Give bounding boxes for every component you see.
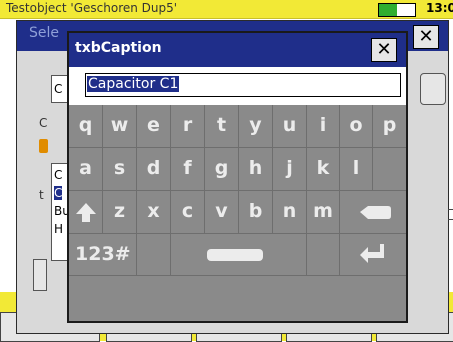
key-b[interactable]: b — [239, 191, 273, 234]
key-i[interactable]: i — [307, 105, 340, 148]
key-t[interactable]: t — [205, 105, 239, 148]
space-key[interactable] — [171, 234, 307, 276]
select-dialog-dropdown-button[interactable] — [420, 73, 446, 105]
keyboard-dialog: txbCaption ✕ Capacitor C1 q w e r t y u … — [67, 31, 408, 323]
mode-key[interactable]: 123# — [69, 234, 137, 276]
shift-icon — [76, 203, 96, 222]
enter-icon — [360, 244, 384, 263]
keyboard-row-4: 123# — [69, 234, 406, 276]
keyboard-row-1: q w e r t y u i o p — [69, 105, 406, 148]
key-v[interactable]: v — [205, 191, 239, 234]
key-u[interactable]: u — [273, 105, 307, 148]
key-k[interactable]: k — [307, 148, 340, 191]
app-titlebar: Testobject 'Geschoren Dup5' 13:07 — [0, 0, 453, 19]
warning-icon — [39, 139, 48, 153]
keyboard-dialog-title: txbCaption — [75, 40, 162, 56]
key-h[interactable]: h — [239, 148, 273, 191]
app-title: Testobject 'Geschoren Dup5' — [6, 1, 178, 15]
key-r[interactable]: r — [171, 105, 205, 148]
key-p[interactable]: p — [373, 105, 406, 148]
caption-input-value: Capacitor C1 — [87, 76, 180, 92]
select-dialog-close-button[interactable]: ✕ — [413, 25, 439, 49]
space-icon — [207, 249, 263, 261]
key-d[interactable]: d — [137, 148, 171, 191]
key-w[interactable]: w — [103, 105, 137, 148]
backspace-key[interactable] — [340, 191, 406, 234]
divider — [448, 219, 453, 220]
key-q[interactable]: q — [69, 105, 103, 148]
caption-input[interactable]: Capacitor C1 — [85, 73, 401, 97]
select-dialog-label: C — [39, 116, 48, 130]
key-x[interactable]: x — [137, 191, 171, 234]
key-f[interactable]: f — [171, 148, 205, 191]
key-m[interactable]: m — [307, 191, 340, 234]
key-blank[interactable] — [373, 148, 406, 191]
key-y[interactable]: y — [239, 105, 273, 148]
key-n[interactable]: n — [273, 191, 307, 234]
key-z[interactable]: z — [103, 191, 137, 234]
enter-key[interactable] — [340, 234, 406, 276]
select-dialog-left-button[interactable] — [33, 259, 47, 291]
keyboard-dialog-titlebar: txbCaption ✕ — [69, 33, 406, 67]
key-l[interactable]: l — [340, 148, 373, 191]
clock-time: 13:07 — [426, 1, 453, 15]
battery-icon — [378, 3, 416, 17]
select-dialog-label-t: t — [39, 188, 44, 202]
divider — [448, 209, 453, 210]
key-blank[interactable] — [137, 234, 171, 276]
key-s[interactable]: s — [103, 148, 137, 191]
key-blank[interactable] — [307, 234, 340, 276]
key-g[interactable]: g — [205, 148, 239, 191]
select-dialog-title: Sele — [29, 25, 60, 41]
list-item[interactable]: H — [54, 222, 63, 236]
keyboard-close-button[interactable]: ✕ — [371, 38, 397, 62]
key-j[interactable]: j — [273, 148, 307, 191]
keyboard-row-3: z x c v b n m — [69, 191, 406, 234]
backspace-icon — [360, 206, 391, 219]
shift-key[interactable] — [69, 191, 103, 234]
key-e[interactable]: e — [137, 105, 171, 148]
key-c[interactable]: c — [171, 191, 205, 234]
list-item[interactable]: C — [54, 168, 62, 182]
battery-level — [379, 4, 397, 16]
key-a[interactable]: a — [69, 148, 103, 191]
list-item-selected[interactable]: C — [54, 186, 63, 200]
keyboard-row-2: a s d f g h j k l — [69, 148, 406, 191]
key-o[interactable]: o — [340, 105, 373, 148]
